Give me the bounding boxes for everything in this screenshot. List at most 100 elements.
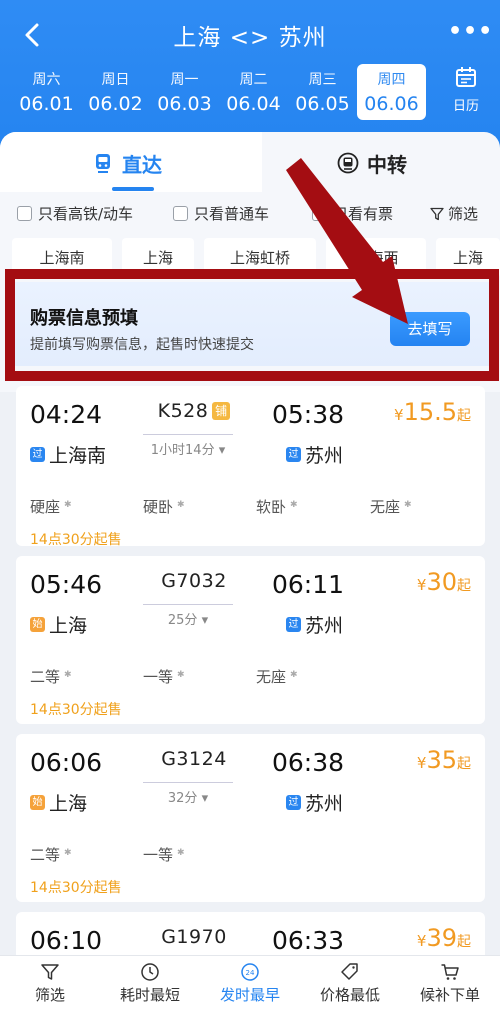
train-card[interactable]: 06:06 G3124 06:38 32分 ▾ 始上海 过苏州 ¥35起 二等 ✱… <box>16 734 485 902</box>
seat-type: 无座 ✱ <box>370 496 412 517</box>
train-number: G1970 <box>161 926 227 948</box>
date-value: 06.04 <box>226 93 281 115</box>
price-value: 35 <box>426 746 457 774</box>
departure-time: 04:24 <box>30 400 103 429</box>
date-weekday: 周六 <box>32 72 61 88</box>
price-suffix: 起 <box>457 934 471 950</box>
route-line <box>143 782 233 783</box>
chevron-down-icon: ▾ <box>201 791 209 806</box>
asterisk-icon: ✱ <box>177 500 185 510</box>
date-item[interactable]: 周六 06.01 <box>12 64 81 120</box>
cart-icon <box>441 964 459 980</box>
date-value: 06.03 <box>157 93 212 115</box>
page-title: 上海 <> 苏州 <box>173 25 327 51</box>
train-card[interactable]: 04:24 K528 铺 05:38 1小时14分 ▾ 过上海南 过苏州 ¥15.… <box>16 386 485 548</box>
date-value: 06.02 <box>88 93 143 115</box>
filter-label: 筛选 <box>447 205 478 223</box>
date-weekday: 周二 <box>239 72 268 88</box>
arrival-time: 06:11 <box>272 570 345 599</box>
high-speed-checkbox[interactable]: 只看高铁/动车 <box>17 203 133 224</box>
seat-label: 硬卧 <box>143 498 174 516</box>
departure-station: 始上海 <box>30 611 87 638</box>
seat-types: 二等 ✱ 一等 ✱ 无座 ✱ <box>30 666 470 686</box>
date-item-selected[interactable]: 周四 06.06 <box>357 64 426 120</box>
calendar-button[interactable]: 日历 <box>446 66 486 116</box>
filter-button[interactable]: 筛选 <box>430 203 478 224</box>
price-suffix: 起 <box>457 408 471 424</box>
seat-type: 一等 ✱ <box>143 666 185 687</box>
departure-station: 始上海 <box>30 789 87 816</box>
station-name: 上海南 <box>49 445 107 467</box>
asterisk-icon: ✱ <box>290 500 298 510</box>
station-name: 苏州 <box>305 445 344 467</box>
duration[interactable]: 25分 ▾ <box>143 609 233 628</box>
date-weekday: 周一 <box>170 72 199 88</box>
duration[interactable]: 1小时14分 ▾ <box>143 439 233 458</box>
sort-shortest-duration[interactable]: 耗时最短 <box>100 956 200 1009</box>
calendar-icon <box>456 67 476 87</box>
asterisk-icon: ✱ <box>64 500 72 510</box>
normal-train-checkbox[interactable]: 只看普通车 <box>173 203 269 224</box>
duration-text: 1小时14分 <box>150 443 215 458</box>
price-value: 30 <box>426 568 457 596</box>
tab-transfer[interactable]: 中转 <box>337 148 407 178</box>
duration[interactable]: 32分 ▾ <box>143 787 233 806</box>
date-item[interactable]: 周一 06.03 <box>150 64 219 120</box>
checkbox-label: 只看普通车 <box>194 205 270 223</box>
calendar-label: 日历 <box>452 99 479 114</box>
sort-filter[interactable]: 筛选 <box>0 956 100 1009</box>
seat-label: 无座 <box>370 498 401 516</box>
more-icon[interactable]: ••• <box>448 21 492 46</box>
price-value: 39 <box>426 924 457 952</box>
date-item[interactable]: 周日 06.02 <box>81 64 150 120</box>
arrival-station: 过苏州 <box>286 441 343 468</box>
sleeper-tag: 铺 <box>212 402 231 420</box>
train-card[interactable]: 05:46 G7032 06:11 25分 ▾ 始上海 过苏州 ¥30起 二等 ✱… <box>16 556 485 724</box>
asterisk-icon: ✱ <box>64 670 72 680</box>
date-weekday: 周四 <box>377 72 406 88</box>
departure-time: 05:46 <box>30 570 103 599</box>
duration-text: 25分 <box>167 613 198 628</box>
seat-label: 二等 <box>30 846 61 864</box>
station-name: 上海 <box>49 793 88 815</box>
departure-station: 过上海南 <box>30 441 106 468</box>
seat-type: 二等 ✱ <box>30 844 72 865</box>
arrival-time: 06:38 <box>272 748 345 777</box>
seat-type: 软卧 ✱ <box>256 496 298 517</box>
waitlist-order[interactable]: 候补下单 <box>400 956 500 1009</box>
tab-direct[interactable]: 直达 <box>92 148 162 178</box>
seat-type: 无座 ✱ <box>256 666 298 687</box>
available-only-checkbox[interactable]: 只看有票 <box>312 203 393 224</box>
asterisk-icon: ✱ <box>64 848 72 858</box>
seat-label: 一等 <box>143 668 174 686</box>
price: ¥39起 <box>417 924 471 952</box>
price: ¥30起 <box>417 568 471 596</box>
seat-types: 硬座 ✱ 硬卧 ✱ 软卧 ✱ 无座 ✱ <box>30 496 470 516</box>
seat-label: 软卧 <box>256 498 287 516</box>
checkbox-box <box>17 206 32 221</box>
arrival-time: 06:33 <box>272 926 345 955</box>
price: ¥35起 <box>417 746 471 774</box>
price-value: 15.5 <box>403 398 457 426</box>
seat-type: 硬卧 ✱ <box>143 496 185 517</box>
date-item[interactable]: 周三 06.05 <box>288 64 357 120</box>
station-name: 苏州 <box>305 793 344 815</box>
station-name: 苏州 <box>305 615 344 637</box>
arrival-time: 05:38 <box>272 400 345 429</box>
station-badge: 过 <box>286 447 301 462</box>
sort-earliest-departure[interactable]: 24 发时最早 <box>200 956 300 1009</box>
seat-type: 二等 ✱ <box>30 666 72 687</box>
sale-time: 14点30分起售 <box>30 702 122 718</box>
station-name: 上海 <box>49 615 88 637</box>
checkbox-label: 只看有票 <box>333 205 394 223</box>
date-item[interactable]: 周二 06.04 <box>219 64 288 120</box>
sort-lowest-price[interactable]: 价格最低 <box>300 956 400 1009</box>
date-weekday: 周日 <box>101 72 130 88</box>
annotation-frame <box>5 269 499 381</box>
funnel-icon <box>430 207 444 220</box>
asterisk-icon: ✱ <box>177 670 185 680</box>
seat-type: 硬座 ✱ <box>30 496 72 517</box>
checkbox-box <box>173 206 188 221</box>
chevron-down-icon: ▾ <box>218 443 226 458</box>
route-line <box>143 434 233 435</box>
